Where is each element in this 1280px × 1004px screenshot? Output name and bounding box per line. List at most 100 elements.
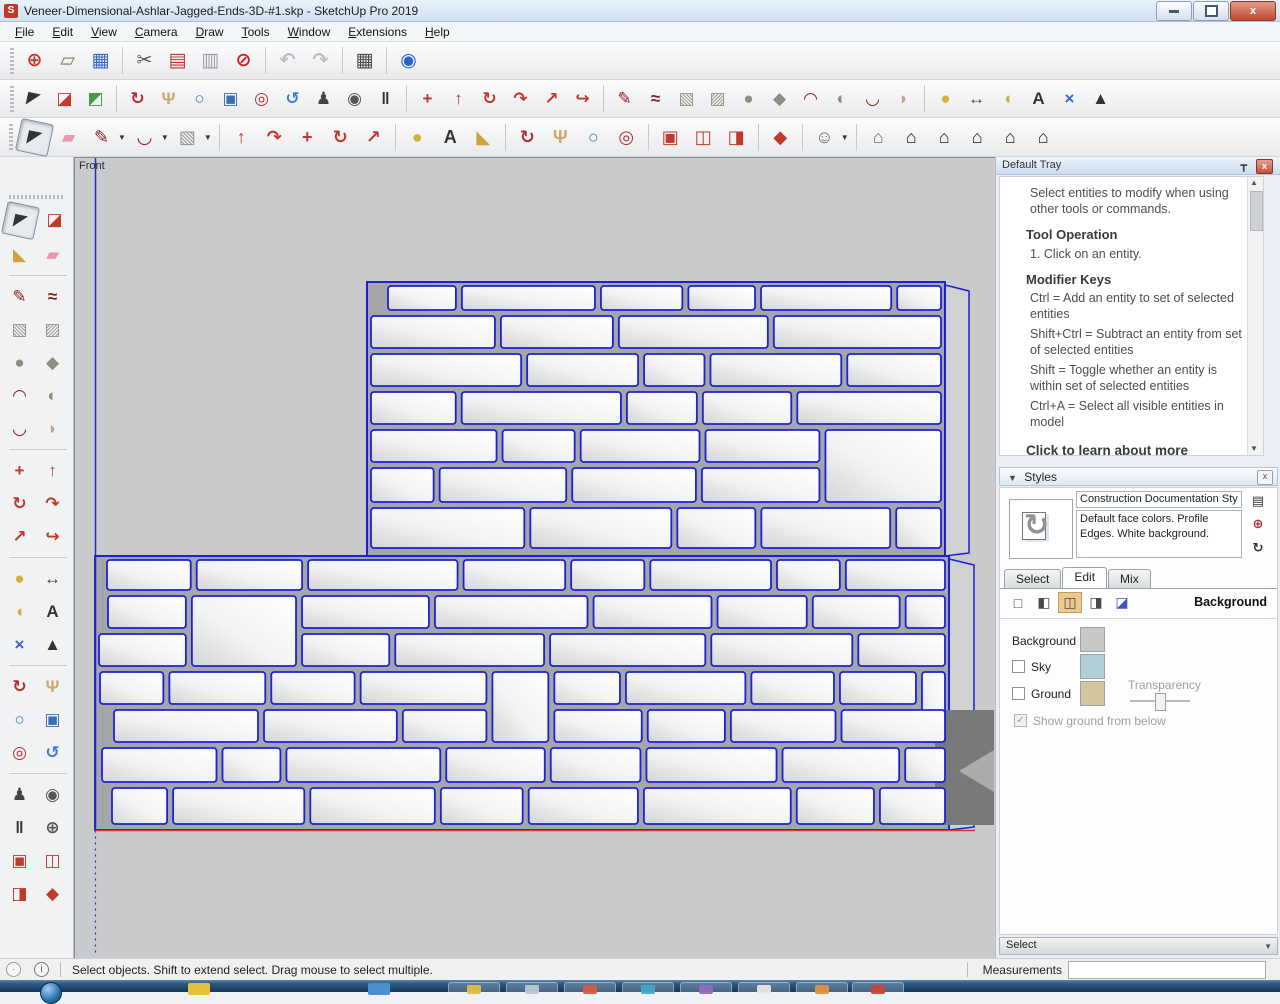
background-color-swatch[interactable] [1080,627,1105,652]
help-icon[interactable]: i [34,962,49,977]
style-description-field[interactable]: Default face colors. Profile Edges. Whit… [1076,510,1242,558]
make-component-icon[interactable]: ◪ [50,84,79,113]
restore-button[interactable] [1193,1,1229,21]
view-top-icon[interactable]: ⌂ [1028,122,1059,153]
rectangle-icon[interactable]: ▧ [172,122,203,153]
two-point-arc-icon[interactable]: ◡ [858,84,887,113]
rectangle-icon[interactable]: ▧ [4,314,35,345]
background-settings-icon[interactable]: ◫ [1058,592,1082,613]
rotate-icon[interactable]: ↻ [4,488,35,519]
pinned-app-icon[interactable] [188,983,210,995]
instructor-scrollbar[interactable]: ▲ ▼ [1247,177,1263,455]
measurements-input[interactable] [1068,961,1266,979]
taskbar-app-button[interactable] [622,982,674,994]
menu-help[interactable]: Help [416,23,459,41]
text-icon[interactable]: A [1024,84,1053,113]
scrollbar-thumb[interactable] [1250,191,1263,231]
rotate-icon[interactable]: ↻ [475,84,504,113]
pan-icon[interactable]: Ψ [37,671,68,702]
three-point-arc-icon[interactable]: ◗ [37,413,68,444]
taskbar-app-button[interactable] [448,982,500,994]
circle-icon[interactable]: ● [734,84,763,113]
axes-icon[interactable]: × [4,629,35,660]
pie-icon[interactable]: ◐ [37,380,68,411]
menu-draw[interactable]: Draw [187,23,233,41]
scroll-down-icon[interactable]: ▼ [1250,444,1258,454]
rotate-icon[interactable]: ↻ [325,122,356,153]
pinned-app-icon[interactable] [368,983,390,995]
sky-checkbox[interactable] [1012,660,1025,673]
zoom-window-icon[interactable]: ▣ [216,84,245,113]
tab-select[interactable]: Select [1004,569,1061,588]
taskbar-app-button[interactable] [680,982,732,994]
share-model-icon[interactable]: ◨ [4,878,35,909]
tab-mix[interactable]: Mix [1108,569,1151,588]
secondary-pane-icon[interactable]: ▤ [1248,491,1268,510]
open-icon[interactable]: ▱ [52,45,83,76]
dropdown-caret-icon[interactable]: ▼ [841,133,849,142]
scroll-up-icon[interactable]: ▲ [1250,178,1258,188]
cut-icon[interactable]: ✂ [129,45,160,76]
dropdown-caret-icon[interactable]: ▼ [161,133,169,142]
paint-bucket-icon[interactable]: ◣ [468,122,499,153]
freehand-icon[interactable]: ≈ [641,84,670,113]
polygon-icon[interactable]: ◆ [765,84,794,113]
offset-icon[interactable]: ↪ [37,521,68,552]
push-pull-icon[interactable]: ↑ [226,122,257,153]
select-icon[interactable]: ◤ [1,201,40,240]
watermark-settings-icon[interactable]: ◨ [1084,592,1108,613]
view-right-icon[interactable]: ⌂ [929,122,960,153]
scale-icon[interactable]: ↗ [358,122,389,153]
pan-icon[interactable]: Ψ [154,84,183,113]
toolbar-grip[interactable] [9,195,65,199]
toolbar-grip[interactable] [9,124,13,150]
eraser-icon[interactable]: ▰ [53,122,84,153]
axes-icon[interactable]: × [1055,84,1084,113]
tape-measure-icon[interactable]: ● [4,563,35,594]
two-point-arc-icon[interactable]: ◡ [4,413,35,444]
learn-more-link[interactable]: Click to learn about more advanced opera… [1026,442,1243,456]
minimize-button[interactable] [1156,1,1192,21]
walk-icon[interactable]: ‖ [4,812,35,843]
look-around-icon[interactable]: ◉ [37,779,68,810]
menu-file[interactable]: File [6,23,43,41]
extension-manager-icon[interactable]: ◆ [765,122,796,153]
follow-me-icon[interactable]: ↷ [37,488,68,519]
redo-icon[interactable]: ↷ [305,45,336,76]
freehand-icon[interactable]: ≈ [37,281,68,312]
sign-in-icon[interactable]: ☺ [809,122,840,153]
3d-text-icon[interactable]: ▲ [37,629,68,660]
walk-icon[interactable]: ‖ [371,84,400,113]
line-icon[interactable]: ✎ [610,84,639,113]
tab-edit[interactable]: Edit [1062,567,1107,588]
styles-section-header[interactable]: ▼ Styles x [999,467,1278,486]
arc-icon[interactable]: ◠ [796,84,825,113]
orbit-icon[interactable]: ↻ [4,671,35,702]
rectangle-icon[interactable]: ▧ [672,84,701,113]
create-style-icon[interactable]: ⊕ [1248,514,1268,533]
save-icon[interactable]: ▦ [85,45,116,76]
view-left-icon[interactable]: ⌂ [995,122,1026,153]
dynamic-component-icon[interactable]: ◩ [81,84,110,113]
model-info-icon[interactable]: ◉ [393,45,424,76]
text-icon[interactable]: A [435,122,466,153]
text-icon[interactable]: A [37,596,68,627]
ground-color-swatch[interactable] [1080,681,1105,706]
collapse-icon[interactable]: ▼ [1008,473,1017,483]
dimension-icon[interactable]: ↔ [962,84,991,113]
geolocation-icon[interactable]: · [6,962,21,977]
model-canvas[interactable] [75,158,996,959]
face-settings-icon[interactable]: ◧ [1032,592,1056,613]
update-style-icon[interactable]: ↻ [1248,538,1268,557]
follow-me-icon[interactable]: ↷ [506,84,535,113]
extension-warehouse-icon[interactable]: ◫ [37,845,68,876]
menu-tools[interactable]: Tools [233,23,279,41]
offset-icon[interactable]: ↪ [568,84,597,113]
share-model-icon[interactable]: ◨ [721,122,752,153]
orbit-icon[interactable]: ↻ [512,122,543,153]
3d-warehouse-icon[interactable]: ▣ [655,122,686,153]
zoom-extents-icon[interactable]: ◎ [611,122,642,153]
zoom-icon[interactable]: ○ [185,84,214,113]
three-point-arc-icon[interactable]: ◗ [889,84,918,113]
protractor-icon[interactable]: ◖ [993,84,1022,113]
